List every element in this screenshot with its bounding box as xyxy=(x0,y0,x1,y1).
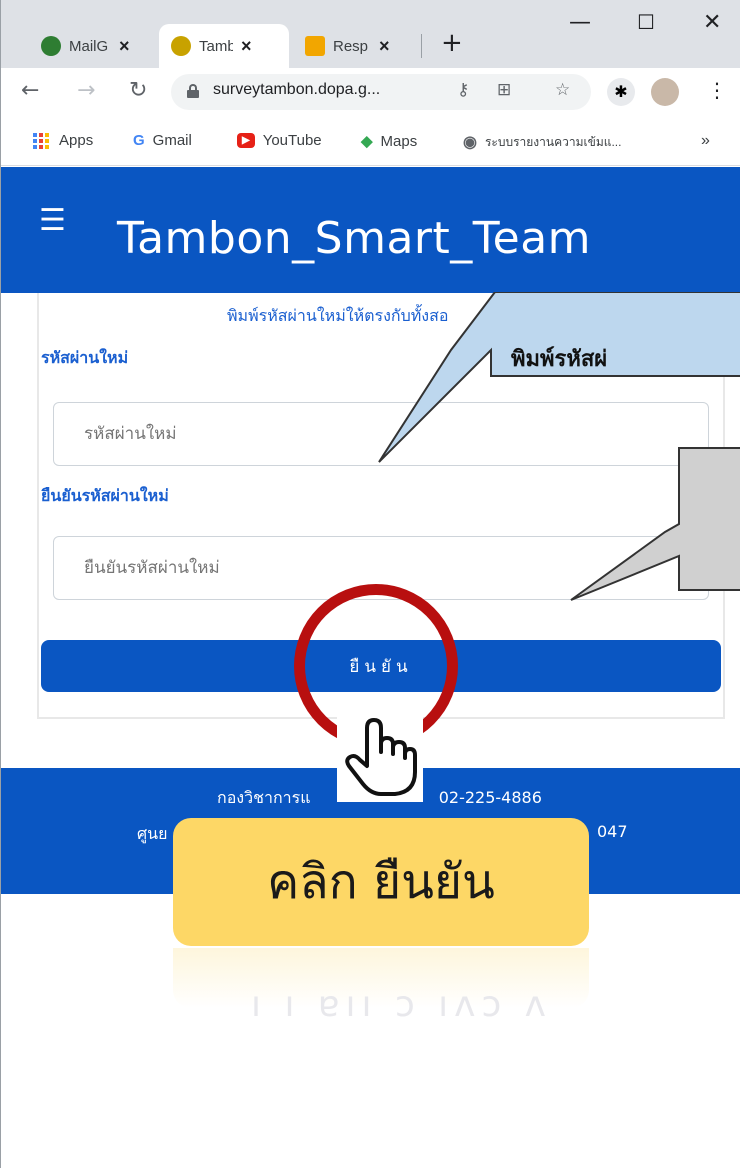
dopa-seal-icon xyxy=(171,36,191,56)
tab-divider xyxy=(421,34,422,58)
footer-phone: 02-225-4886 xyxy=(438,788,542,807)
translate-icon[interactable]: ⊞ xyxy=(497,80,511,100)
bookmark-report[interactable]: ◉ ระบบรายงานความเข้มแ... xyxy=(463,132,621,152)
callout-confirm-password xyxy=(570,447,740,601)
apps-grid-icon xyxy=(33,132,49,149)
address-bar[interactable]: surveytambon.dopa.g... ⚷ ⊞ ☆ xyxy=(171,74,591,110)
footer-office: กองวิชาการแ xyxy=(217,788,311,807)
footer-number: 047 xyxy=(597,822,628,841)
star-icon[interactable]: ☆ xyxy=(555,80,570,100)
callout-new-password xyxy=(378,292,740,463)
lock-icon xyxy=(187,84,199,98)
click-confirm-label: คลิก ยืนยัน xyxy=(173,818,589,946)
reload-icon[interactable]: ↻ xyxy=(129,78,147,103)
browser-toolbar: ← → ↻ surveytambon.dopa.g... ⚷ ⊞ ☆ ✱ ⋮ xyxy=(1,68,740,116)
new-password-label: รหัสผ่านใหม่ xyxy=(41,348,129,367)
tab-tambon[interactable]: Tambon × xyxy=(159,24,289,68)
tab-title: MailG xyxy=(69,37,109,55)
site-title: Tambon_Smart_Team xyxy=(117,213,592,264)
confirm-password-label: ยืนยันรหัสผ่านใหม่ xyxy=(41,486,169,505)
hand-cursor-icon xyxy=(337,706,423,802)
menu-kebab-icon[interactable]: ⋮ xyxy=(707,78,727,102)
bookmark-youtube[interactable]: ▶ YouTube xyxy=(237,132,322,149)
bookmark-gmail[interactable]: G Gmail xyxy=(133,132,192,149)
forward-arrow-icon[interactable]: → xyxy=(77,78,95,103)
label-reflection-text: ı ı ɐıı ɔ ıʌɔ ʌ xyxy=(251,984,552,1025)
google-icon: G xyxy=(133,132,145,149)
maps-icon: ◆ xyxy=(361,133,373,150)
bookmark-label: ระบบรายงานความเข้มแ... xyxy=(484,134,622,149)
bookmark-label: Maps xyxy=(380,132,418,150)
tab-resp[interactable]: Resp × xyxy=(293,24,390,68)
minimize-icon[interactable]: — xyxy=(569,10,591,35)
globe-icon: ◉ xyxy=(463,134,477,151)
close-icon[interactable]: × xyxy=(119,36,130,57)
profile-avatar[interactable] xyxy=(651,78,679,106)
bookmark-label: YouTube xyxy=(262,132,322,149)
tab-title: Resp xyxy=(333,37,369,55)
callout-text: พิมพ์รหัสผ่ xyxy=(511,346,607,372)
bookmark-label: Gmail xyxy=(152,132,192,149)
site-header: ☰ Tambon_Smart_Team xyxy=(1,167,740,293)
new-tab-plus-icon[interactable]: + xyxy=(441,28,463,58)
close-icon[interactable]: × xyxy=(241,36,252,57)
maximize-icon[interactable]: ☐ xyxy=(637,10,655,34)
close-icon[interactable]: × xyxy=(379,36,390,57)
bookmark-apps[interactable]: Apps xyxy=(33,132,93,149)
footer-center: ศูนย xyxy=(137,824,168,843)
mail-icon xyxy=(41,36,61,56)
tab-strip: MailG × Tambon × Resp × + — ☐ ✕ xyxy=(1,0,740,68)
hamburger-menu-icon[interactable]: ☰ xyxy=(39,203,66,238)
key-icon[interactable]: ⚷ xyxy=(457,80,469,100)
more-bookmarks-chevron-icon[interactable]: » xyxy=(701,132,710,150)
extension-puzzle-icon[interactable]: ✱ xyxy=(607,78,635,106)
youtube-icon: ▶ xyxy=(237,133,255,148)
bookmark-label: Apps xyxy=(59,132,94,149)
footer-center-line: ศูนย 047 xyxy=(137,822,628,847)
forms-icon xyxy=(305,36,325,56)
tab-title: Tambon xyxy=(199,37,233,55)
close-window-icon[interactable]: ✕ xyxy=(703,10,721,35)
instruction-callouts: พิมพ์รหัสผ่ xyxy=(378,292,740,601)
bookmark-maps[interactable]: ◆ Maps xyxy=(361,132,418,151)
browser-window: MailG × Tambon × Resp × + — ☐ ✕ ← → ↻ su… xyxy=(0,0,740,1168)
back-arrow-icon[interactable]: ← xyxy=(21,78,39,103)
bookmarks-bar: Apps G Gmail ▶ YouTube ◆ Maps ◉ ระบบรายง… xyxy=(1,116,740,166)
tab-mail[interactable]: MailG × xyxy=(29,24,130,68)
url-text: surveytambon.dopa.g... xyxy=(213,81,381,98)
